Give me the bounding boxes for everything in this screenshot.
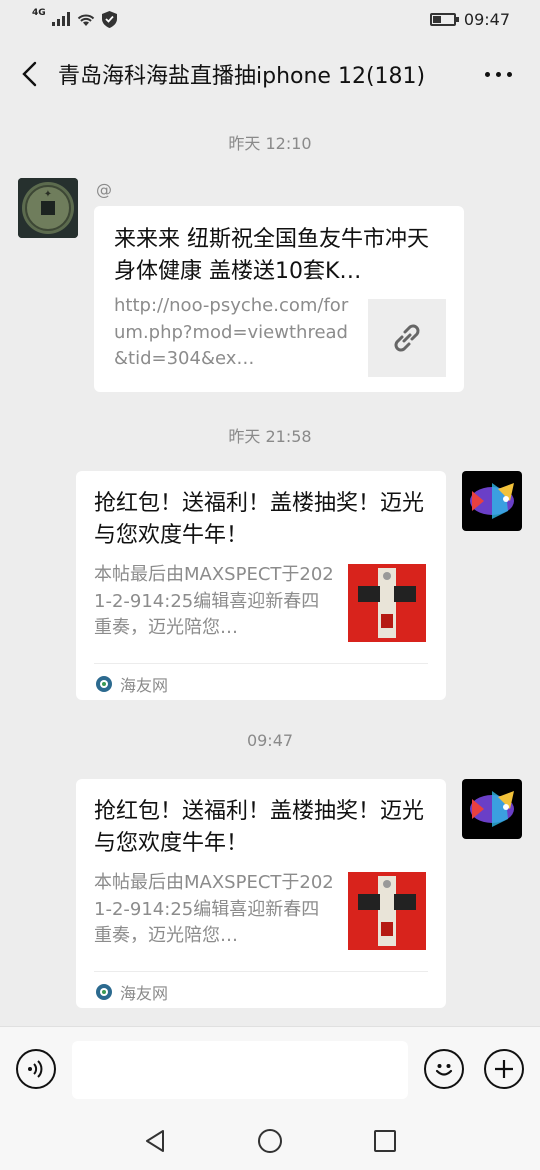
avatar[interactable]: [462, 779, 522, 839]
message-input[interactable]: [72, 1041, 408, 1099]
more-dot-icon: [506, 71, 512, 77]
red-envelope-image-icon: [348, 564, 426, 642]
fish-avatar-icon: [462, 471, 522, 531]
plus-button[interactable]: [484, 1049, 524, 1089]
chevron-left-icon: [22, 61, 37, 87]
square-recents-icon: [374, 1130, 396, 1152]
article-thumbnail: [348, 872, 426, 950]
triangle-back-icon: [146, 1130, 164, 1152]
network-type: 4G: [32, 8, 46, 18]
status-icons-right: 09:47: [429, 9, 510, 29]
battery-icon: [429, 12, 459, 26]
svg-text:✦: ✦: [44, 189, 52, 200]
avatar[interactable]: [462, 471, 522, 531]
more-dot-icon: [484, 71, 490, 77]
circle-home-icon: [258, 1129, 282, 1153]
source-name: 海友网: [120, 984, 169, 1003]
status-time: 09:47: [463, 9, 510, 29]
link-card[interactable]: 来来来 纽斯祝全国鱼友牛市冲天 身体健康 盖楼送10套K… http://noo…: [94, 206, 464, 392]
wifi-icon: [77, 14, 94, 26]
system-nav-bar: [0, 1112, 540, 1170]
source-logo-icon: [96, 676, 112, 692]
source-logo-icon: [96, 984, 112, 1000]
status-icons-left: 4G: [32, 8, 117, 28]
source-name: 海友网: [120, 676, 169, 695]
more-dot-icon: [495, 71, 501, 77]
nav-recents-button[interactable]: [370, 1126, 400, 1156]
voice-icon: [28, 1060, 43, 1078]
fish-avatar-icon: [462, 779, 522, 839]
link-thumbnail: [368, 299, 446, 377]
article-card[interactable]: 抢红包！送福利！盖楼抽奖！迈光与您欢度牛年！ 本帖最后由MAXSPECT于202…: [76, 471, 446, 700]
signal-icon: [51, 12, 70, 26]
timestamp: 昨天 12:10: [228, 134, 312, 153]
article-thumbnail: [348, 564, 426, 642]
article-card[interactable]: 抢红包！送福利！盖楼抽奖！迈光与您欢度牛年！ 本帖最后由MAXSPECT于202…: [76, 779, 446, 1008]
status-bar: 4G 09:47: [0, 0, 540, 38]
card-title: 抢红包！送福利！盖楼抽奖！迈光与您欢度牛年！: [94, 491, 425, 548]
shield-icon: [101, 10, 117, 28]
plus-icon: [495, 1060, 513, 1078]
nav-back-button[interactable]: [140, 1126, 170, 1156]
card-title: 抢红包！送福利！盖楼抽奖！迈光与您欢度牛年！: [94, 799, 425, 856]
card-source: 海友网: [96, 672, 168, 696]
red-envelope-image-icon: [348, 872, 426, 950]
card-description: 本帖最后由MAXSPECT于2021-2-914:25编辑喜迎新春四重奏，迈光陪…: [94, 872, 334, 946]
nav-home-button[interactable]: [255, 1126, 285, 1156]
more-button[interactable]: [478, 62, 518, 86]
back-button[interactable]: [0, 38, 58, 110]
card-divider: [94, 971, 428, 972]
card-description: http://noo-psyche.com/forum.php?mod=view…: [114, 295, 349, 369]
chat-header: 青岛海科海盐直播抽iphone 12(181): [0, 38, 540, 110]
timestamp: 09:47: [246, 731, 294, 750]
card-description: 本帖最后由MAXSPECT于2021-2-914:25编辑喜迎新春四重奏，迈光陪…: [94, 564, 334, 638]
card-source: 海友网: [96, 980, 168, 1004]
timestamp: 昨天 21:58: [228, 427, 312, 446]
avatar[interactable]: ✦: [18, 178, 78, 238]
link-icon: [394, 324, 420, 352]
card-divider: [94, 663, 428, 664]
emoji-icon: [435, 1064, 453, 1076]
input-bar: [0, 1026, 540, 1112]
coin-avatar-icon: ✦: [18, 178, 78, 238]
chat-title: 青岛海科海盐直播抽iphone 12(181): [58, 64, 426, 89]
card-title: 来来来 纽斯祝全国鱼友牛市冲天 身体健康 盖楼送10套K…: [114, 227, 429, 284]
emoji-button[interactable]: [424, 1049, 464, 1089]
voice-button[interactable]: [16, 1049, 56, 1089]
sender-name: @: [96, 180, 112, 199]
